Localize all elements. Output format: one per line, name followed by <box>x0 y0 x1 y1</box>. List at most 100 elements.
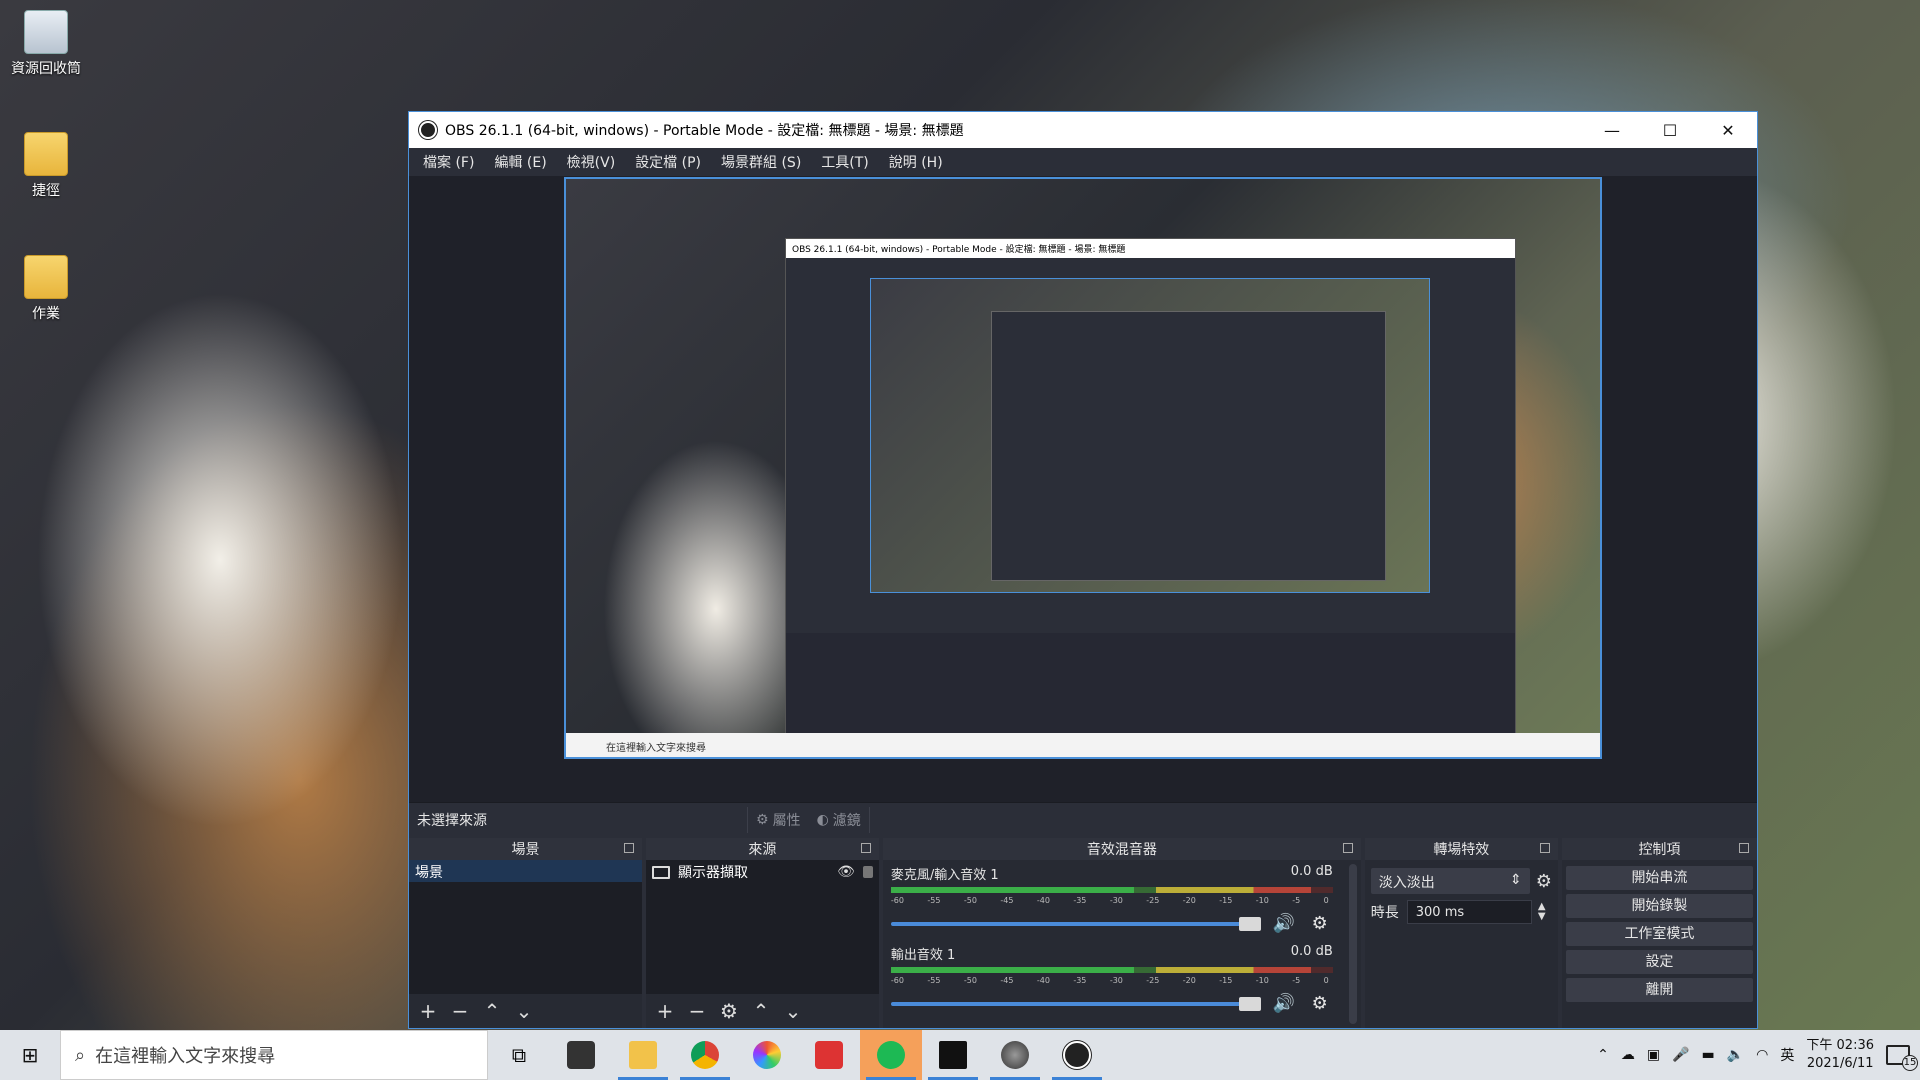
menu-profile[interactable]: 設定檔 (P) <box>625 152 711 172</box>
desktop-icon-label: 捷徑 <box>32 183 60 199</box>
menu-scene-collection[interactable]: 場景群組 (S) <box>711 152 811 172</box>
terminal-icon[interactable] <box>922 1030 984 1080</box>
gear-icon[interactable]: ⚙ <box>1307 993 1333 1014</box>
eye-icon[interactable]: 👁 <box>837 864 855 880</box>
remove-source-icon[interactable]: − <box>686 999 708 1023</box>
dock-float-icon[interactable] <box>623 843 634 853</box>
maximize-button[interactable]: ☐ <box>1641 112 1699 148</box>
slider-knob[interactable] <box>1238 916 1261 931</box>
preview-taskbar-search: 在這裡輸入文字來搜尋 <box>606 743 706 754</box>
remove-scene-icon[interactable]: − <box>449 999 471 1023</box>
slider-knob[interactable] <box>1238 996 1261 1011</box>
obs-logo-icon <box>419 121 437 139</box>
windows-logo-icon: ⊞ <box>21 1043 39 1067</box>
mixer-dock: 音效混音器 麥克風/輸入音效 1 0.0 dB -60 -55 -50 -45 -40-… <box>882 838 1361 1028</box>
speaker-icon[interactable]: 🔊 <box>1271 993 1297 1014</box>
wps-icon[interactable] <box>798 1030 860 1080</box>
transitions-dock-header: 轉場特效 <box>1364 838 1558 860</box>
dock-float-icon[interactable] <box>1342 843 1353 853</box>
add-scene-icon[interactable]: + <box>417 999 439 1023</box>
menu-view[interactable]: 檢視(V) <box>557 152 626 172</box>
start-recording-button[interactable]: 開始錄製 <box>1565 894 1753 918</box>
exit-button[interactable]: 離開 <box>1565 978 1753 1002</box>
window-title: OBS 26.1.1 (64-bit, windows) - Portable … <box>445 123 964 139</box>
properties-button[interactable]: ⚙ 屬性 <box>748 810 809 830</box>
wifi-icon[interactable]: ◠ <box>1756 1047 1768 1063</box>
menu-help[interactable]: 說明 (H) <box>879 152 953 172</box>
scenes-dock: 場景 場景 + − ⌃ ⌄ <box>409 838 642 1028</box>
mixer-dock-title: 音效混音器 <box>1086 842 1157 858</box>
mixer-track-mic: 麥克風/輸入音效 1 0.0 dB -60 -55 -50 -45 -40 -35 -30-… <box>890 864 1333 944</box>
store-icon[interactable] <box>550 1030 612 1080</box>
notification-center-icon[interactable]: 15 <box>1886 1045 1918 1071</box>
scene-item[interactable]: 場景 <box>409 860 642 882</box>
start-button[interactable]: ⊞ <box>0 1043 60 1067</box>
clock[interactable]: 下午 02:36 2021/6/11 <box>1806 1037 1874 1073</box>
transitions-body: 淡入淡出 ⇕ ⚙ 時長 300 ms ▲ ▼ <box>1365 860 1558 938</box>
add-source-icon[interactable]: + <box>654 999 676 1023</box>
folder-glyph <box>24 132 68 176</box>
gear-icon[interactable]: ⚙ <box>1307 913 1333 934</box>
volume-icon[interactable]: 🔈 <box>1727 1047 1744 1063</box>
dock-float-icon[interactable] <box>1539 843 1550 853</box>
shortcut-folder-icon[interactable]: 捷徑 <box>8 132 84 200</box>
no-source-selected-label: 未選擇來源 <box>417 812 487 829</box>
close-button[interactable]: ✕ <box>1699 112 1757 148</box>
lock-icon[interactable] <box>862 866 873 878</box>
spinner-icon[interactable]: ▲ ▼ <box>1538 902 1552 922</box>
speaker-icon[interactable]: 🔊 <box>1271 913 1297 934</box>
menu-tools[interactable]: 工具(T) <box>811 152 878 172</box>
minimize-button[interactable]: — <box>1583 112 1641 148</box>
search-icon: ⌕ <box>75 1044 86 1066</box>
filters-label: 濾鏡 <box>832 812 861 829</box>
obs-window: OBS 26.1.1 (64-bit, windows) - Portable … <box>408 111 1758 1029</box>
globe-app-icon[interactable] <box>984 1030 1046 1080</box>
menu-edit[interactable]: 編輯 (E) <box>484 152 556 172</box>
menu-file[interactable]: 檔案 (F) <box>413 152 484 172</box>
homework-folder-icon[interactable]: 作業 <box>8 255 84 323</box>
controls-dock: 控制項 開始串流 開始錄製 工作室模式 設定 離開 <box>1561 838 1757 1028</box>
scenes-list: 場景 <box>409 860 642 994</box>
task-view-icon[interactable]: ⧉ <box>488 1030 550 1080</box>
volume-slider[interactable] <box>890 996 1261 1011</box>
move-up-icon[interactable]: ⌃ <box>750 999 772 1023</box>
start-streaming-button[interactable]: 開始串流 <box>1565 866 1753 890</box>
dock-float-icon[interactable] <box>860 843 871 853</box>
move-down-icon[interactable]: ⌄ <box>513 999 535 1023</box>
source-settings-icon[interactable]: ⚙ <box>718 999 740 1023</box>
battery-icon[interactable]: ▬ <box>1702 1047 1715 1063</box>
controls-dock-header: 控制項 <box>1561 838 1757 860</box>
camera-icon[interactable]: ▣ <box>1647 1047 1660 1063</box>
transition-select[interactable]: 淡入淡出 ⇕ <box>1370 868 1530 894</box>
filters-button[interactable]: ◐ 濾鏡 <box>809 810 869 830</box>
obs-taskbar-icon[interactable] <box>1046 1030 1108 1080</box>
source-item[interactable]: 顯示器擷取 👁 <box>646 860 879 884</box>
chrome-icon[interactable] <box>674 1030 736 1080</box>
duration-input[interactable]: 300 ms <box>1406 900 1532 924</box>
spotify-icon[interactable] <box>860 1030 922 1080</box>
nested-obs-capture-deep <box>991 311 1386 581</box>
dock-area: 場景 場景 + − ⌃ ⌄ 來源 顯示器擷取 👁 + − ⚙ ⌃ ⌄ 音效混音器… <box>409 838 1757 1028</box>
volume-slider[interactable] <box>890 916 1261 931</box>
preview-area: OBS 26.1.1 (64-bit, windows) - Portable … <box>409 176 1757 802</box>
settings-button[interactable]: 設定 <box>1565 950 1753 974</box>
color-app-icon[interactable] <box>736 1030 798 1080</box>
mixer-scrollbar[interactable] <box>1348 864 1357 1024</box>
file-explorer-icon[interactable] <box>612 1030 674 1080</box>
move-down-icon[interactable]: ⌄ <box>782 999 804 1023</box>
move-up-icon[interactable]: ⌃ <box>481 999 503 1023</box>
microphone-icon[interactable]: 🎤 <box>1672 1047 1689 1063</box>
onedrive-icon[interactable]: ☁ <box>1621 1047 1635 1063</box>
nested-title: OBS 26.1.1 (64-bit, windows) - Portable … <box>786 239 1515 258</box>
chevron-up-icon[interactable]: ⌃ <box>1597 1047 1609 1063</box>
dock-float-icon[interactable] <box>1739 843 1749 853</box>
recycle-bin-icon[interactable]: 資源回收筒 <box>8 10 84 78</box>
taskbar-search[interactable]: ⌕ 在這裡輸入文字來搜尋 <box>60 1030 488 1080</box>
filter-icon: ◐ <box>816 811 829 828</box>
studio-mode-button[interactable]: 工作室模式 <box>1565 922 1753 946</box>
preview-canvas[interactable]: OBS 26.1.1 (64-bit, windows) - Portable … <box>564 177 1602 759</box>
ime-indicator[interactable]: 英 <box>1780 1045 1794 1065</box>
gear-icon[interactable]: ⚙ <box>1536 871 1552 892</box>
clock-time: 下午 02:36 <box>1806 1038 1874 1053</box>
desktop-icon-label: 資源回收筒 <box>11 61 81 77</box>
